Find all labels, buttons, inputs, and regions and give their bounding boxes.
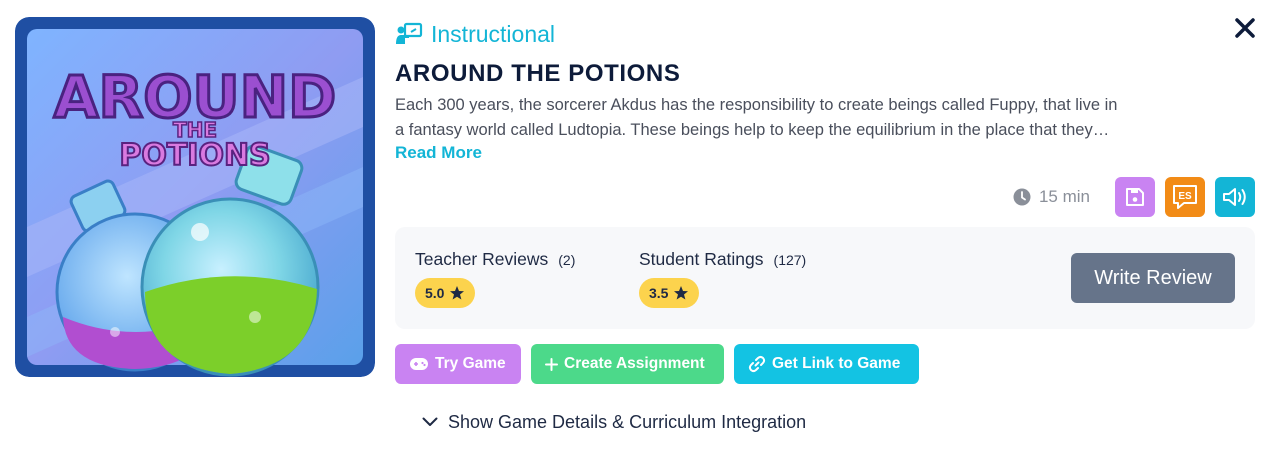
- student-rating-value: 3.5: [649, 285, 669, 301]
- write-review-button[interactable]: Write Review: [1071, 253, 1235, 303]
- chevron-down-icon: [422, 417, 438, 426]
- category-label: Instructional: [431, 20, 556, 47]
- game-details-toggle[interactable]: Show Game Details & Curriculum Integrati…: [422, 409, 806, 435]
- action-buttons: Try Game Create Assignment Get Link to G…: [395, 344, 919, 384]
- game-thumbnail-art: AROUND THE POTIONS: [15, 17, 375, 377]
- gamepad-icon: [410, 358, 428, 370]
- duration: 15 min: [1013, 187, 1090, 207]
- close-icon: [1235, 18, 1255, 38]
- save-button[interactable]: [1115, 177, 1155, 217]
- close-button[interactable]: [1229, 12, 1261, 44]
- create-assignment-button[interactable]: Create Assignment: [531, 344, 724, 384]
- try-game-button[interactable]: Try Game: [395, 344, 521, 384]
- clock-icon: [1013, 188, 1031, 206]
- read-more-link[interactable]: Read More: [395, 143, 482, 163]
- thumbnail-logo-line3: POTIONS: [119, 138, 270, 173]
- game-title: AROUND THE POTIONS: [395, 60, 681, 87]
- get-link-button[interactable]: Get Link to Game: [734, 344, 919, 384]
- star-icon: [674, 286, 689, 300]
- game-category: Instructional: [395, 20, 555, 48]
- description-line-1: Each 300 years, the sorcerer Akdus has t…: [395, 96, 1118, 114]
- student-ratings: Student Ratings (127) 3.5: [639, 249, 806, 308]
- audio-icon: [1223, 188, 1246, 206]
- student-ratings-count: (127): [773, 252, 807, 268]
- student-ratings-label: Student Ratings: [639, 249, 764, 269]
- reviews-panel: Teacher Reviews (2) 5.0 Student Ratings …: [395, 227, 1255, 329]
- teacher-reviews-count: (2): [558, 252, 576, 268]
- teacher-reviews-label: Teacher Reviews: [415, 249, 549, 269]
- save-icon: [1126, 188, 1144, 206]
- meta-row: 15 min ES: [1013, 177, 1255, 217]
- teacher-rating-badge: 5.0: [415, 278, 476, 308]
- teacher-rating-value: 5.0: [425, 285, 445, 301]
- teacher-reviews: Teacher Reviews (2) 5.0: [415, 249, 575, 308]
- game-details-label: Show Game Details & Curriculum Integrati…: [448, 411, 807, 432]
- game-description: Each 300 years, the sorcerer Akdus has t…: [395, 93, 1253, 143]
- audio-button[interactable]: [1215, 177, 1255, 217]
- game-thumbnail: AROUND THE POTIONS: [15, 17, 375, 377]
- student-rating-badge: 3.5: [639, 278, 700, 308]
- description-line-2: a fantasy world called Ludtopia. These b…: [395, 121, 1110, 139]
- duration-label: 15 min: [1038, 187, 1090, 206]
- star-icon: [450, 286, 465, 300]
- create-assignment-label: Create Assignment: [564, 355, 705, 372]
- plus-icon: [545, 357, 558, 371]
- instructional-icon: [396, 22, 423, 44]
- language-code: ES: [1178, 191, 1192, 202]
- language-button[interactable]: ES: [1165, 177, 1205, 217]
- link-icon: [748, 355, 766, 373]
- try-game-label: Try Game: [435, 355, 506, 372]
- language-icon: ES: [1173, 185, 1197, 209]
- get-link-label: Get Link to Game: [772, 355, 901, 372]
